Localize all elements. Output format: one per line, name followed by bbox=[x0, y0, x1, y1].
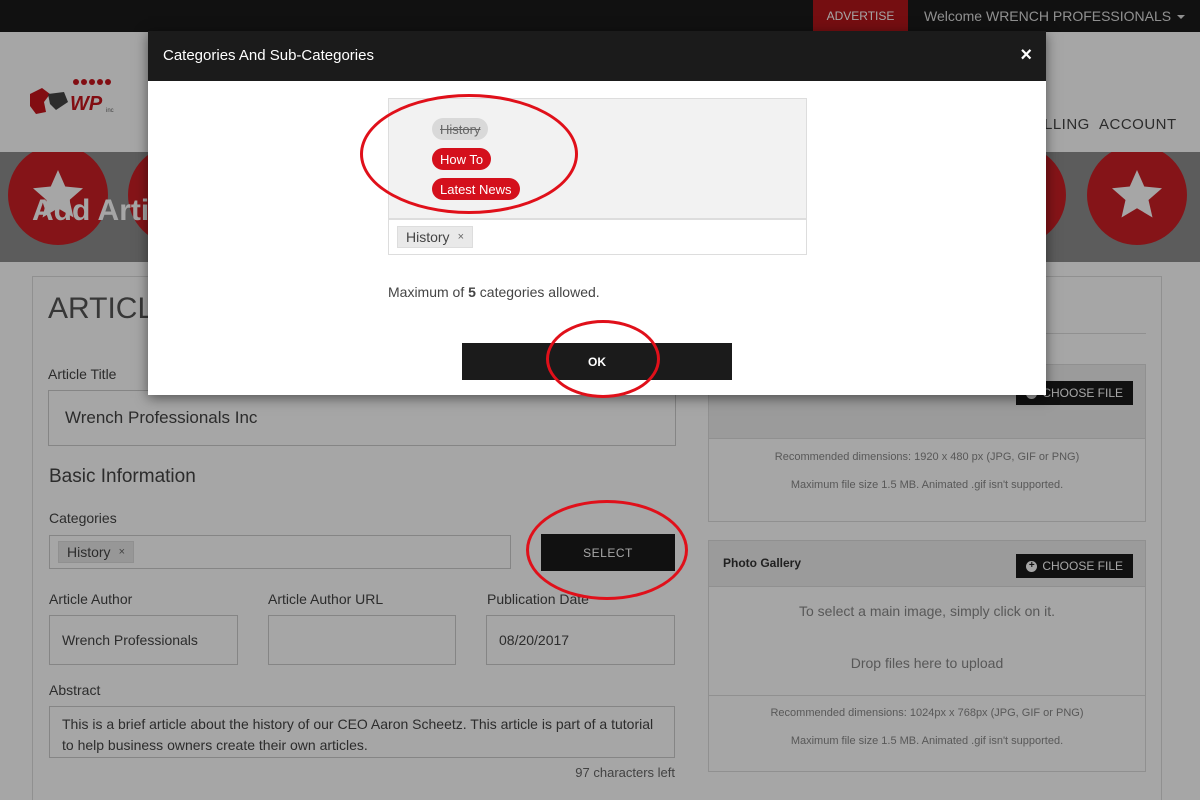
selected-categories-input[interactable]: History × bbox=[388, 219, 807, 255]
max-count: 5 bbox=[468, 284, 476, 300]
close-icon[interactable]: × bbox=[1020, 44, 1032, 67]
annotation-circle bbox=[546, 320, 660, 398]
annotation-circle bbox=[360, 94, 578, 214]
max-categories-note: Maximum of 5 categories allowed. bbox=[388, 284, 600, 300]
category-tag: History × bbox=[397, 226, 473, 248]
category-tag-label: History bbox=[406, 229, 450, 245]
modal-header: Categories And Sub-Categories × bbox=[148, 31, 1046, 81]
max-suffix: categories allowed. bbox=[475, 284, 600, 300]
annotation-circle bbox=[526, 500, 688, 600]
max-prefix: Maximum of bbox=[388, 284, 469, 300]
modal-title: Categories And Sub-Categories bbox=[163, 47, 374, 64]
tag-remove-icon[interactable]: × bbox=[458, 231, 464, 243]
